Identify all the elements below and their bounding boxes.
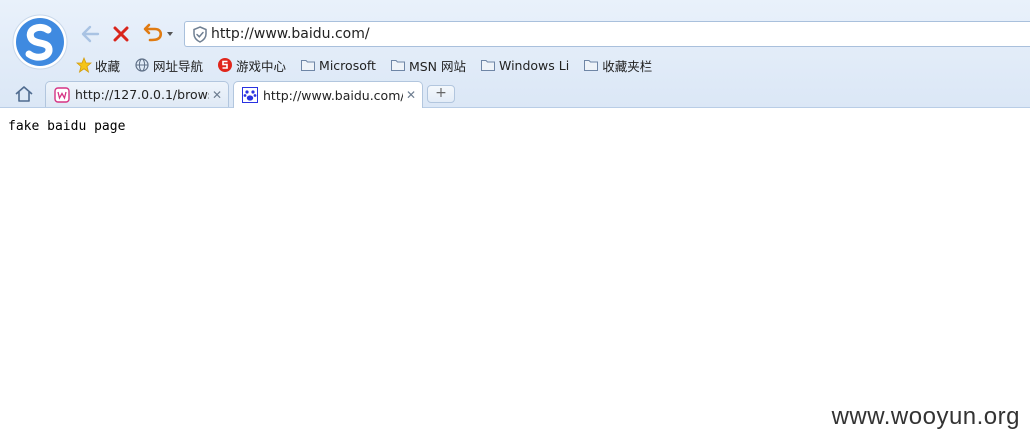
url-input[interactable] [211, 24, 1011, 44]
new-tab-button[interactable]: + [427, 85, 455, 103]
page-body-text: fake baidu page [8, 119, 126, 134]
bookmark-nav-sites[interactable]: 网址导航 [134, 55, 203, 75]
folder-icon [584, 60, 599, 71]
bookmark-folder-favorites-bar[interactable]: 收藏夹栏 [583, 55, 652, 75]
bookmark-folder-windows-live[interactable]: Windows Li [480, 55, 569, 75]
page-favicon [54, 86, 70, 103]
tab-baidu[interactable]: http://www.baidu.com/ ✕ [233, 81, 423, 108]
folder-icon [390, 60, 405, 71]
undo-icon [143, 23, 173, 42]
bookmark-favorites[interactable]: 收藏 [76, 55, 120, 75]
bookmark-label: 网址导航 [153, 58, 204, 74]
bookmark-label: 收藏夹栏 [602, 58, 653, 74]
bookmark-folder-msn[interactable]: MSN 网站 [390, 55, 466, 75]
baidu-paw-icon [242, 87, 258, 103]
browser-chrome: 收藏 网址导航 游戏中心 Microsoft [0, 0, 1030, 108]
stop-x-icon [113, 26, 129, 42]
home-button[interactable] [13, 84, 35, 104]
bookmark-folder-microsoft[interactable]: Microsoft [300, 55, 376, 75]
globe-icon [135, 58, 149, 72]
tab-title: http://127.0.0.1/browse [75, 87, 209, 102]
stop-button[interactable] [109, 20, 135, 48]
folder-icon [301, 60, 316, 71]
bookmark-label: MSN 网站 [408, 58, 466, 74]
bookmark-label: 游戏中心 [236, 58, 287, 74]
bookmarks-bar: 收藏 网址导航 游戏中心 Microsoft MSN 网站 Windows Li… [76, 55, 666, 75]
close-icon[interactable]: ✕ [406, 88, 416, 102]
tab-localhost[interactable]: http://127.0.0.1/browse ✕ [45, 81, 229, 107]
star-icon [76, 57, 92, 73]
watermark: www.wooyun.org [831, 403, 1020, 430]
chevron-down-icon [167, 32, 173, 36]
bookmark-label: Microsoft [319, 57, 376, 73]
address-bar[interactable] [184, 21, 1030, 47]
folder-icon [480, 60, 495, 71]
bookmark-label: 收藏 [95, 58, 121, 74]
game-icon [218, 58, 233, 72]
close-icon[interactable]: ✕ [212, 88, 222, 102]
home-icon [15, 86, 33, 102]
back-button[interactable] [78, 20, 104, 48]
undo-button[interactable] [140, 20, 178, 48]
shield-icon [193, 26, 207, 43]
bookmark-label: Windows Li [498, 57, 570, 73]
back-arrow-icon [81, 25, 100, 43]
bookmark-game-center[interactable]: 游戏中心 [217, 55, 286, 75]
browser-logo[interactable] [12, 14, 68, 70]
tab-title: http://www.baidu.com/ [263, 87, 403, 103]
